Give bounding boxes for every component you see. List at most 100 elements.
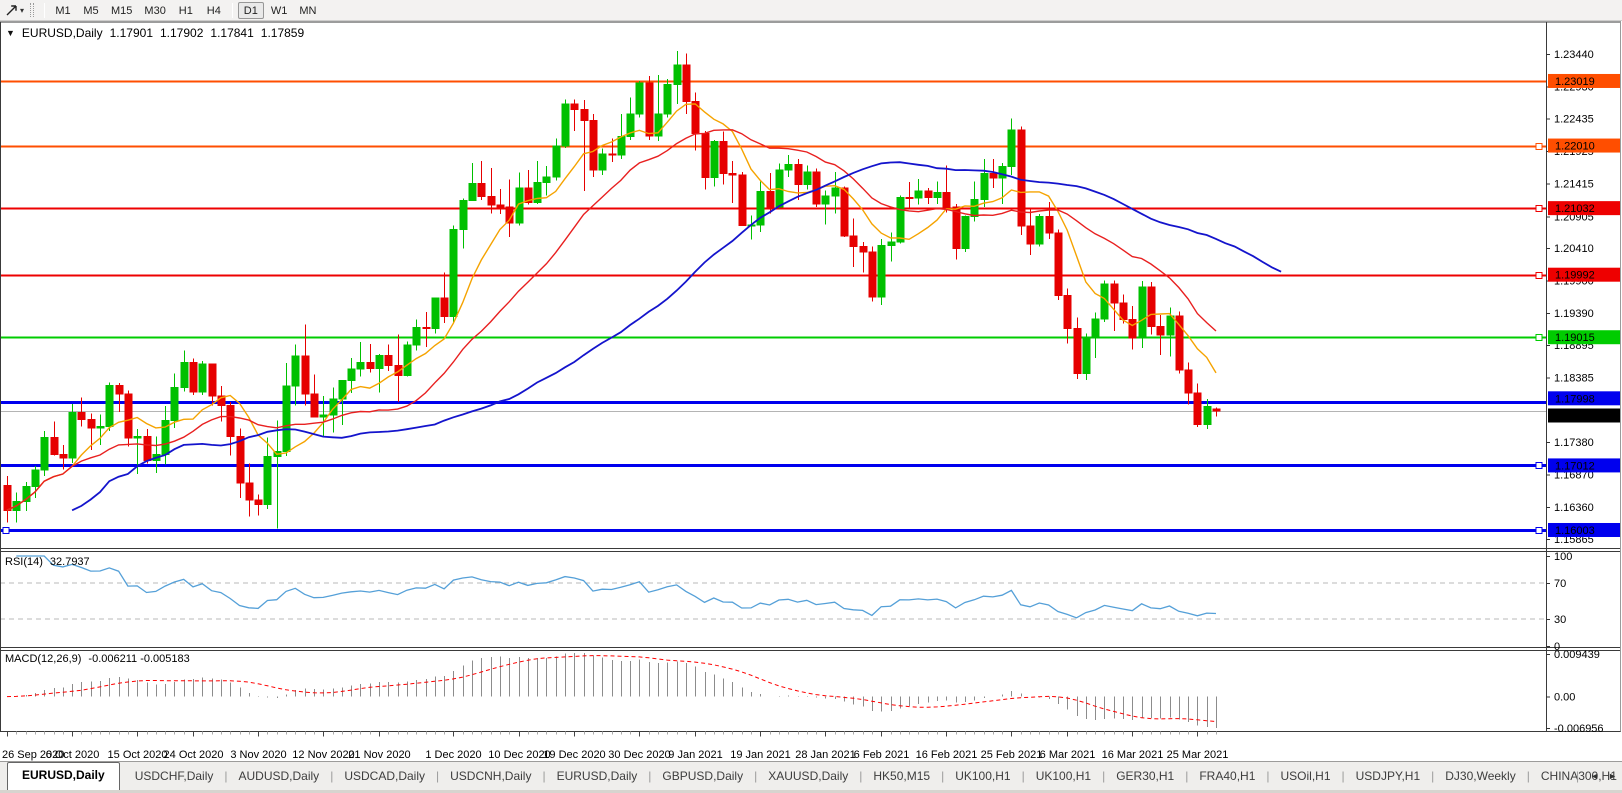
timeframe-button-m15[interactable]: M15 [106, 2, 137, 19]
hline-handle[interactable] [1536, 463, 1542, 469]
candle-body [181, 363, 188, 388]
candle-body [1036, 217, 1043, 245]
candle-body [981, 174, 988, 200]
candle-body [199, 364, 206, 392]
date-label: 25 Mar 2021 [1167, 749, 1229, 761]
candle-body [1129, 320, 1136, 339]
price-tick-label: 1.17380 [1554, 437, 1594, 449]
tab-gbpusd-daily-6[interactable]: GBPUSD,Daily [651, 764, 754, 790]
hline-handle[interactable] [1536, 206, 1542, 212]
candle-body [404, 345, 411, 375]
macd-values: -0.006211 -0.005183 [88, 653, 189, 665]
date-label: 19 Jan 2021 [730, 749, 791, 761]
candle-body [636, 83, 643, 114]
candle-body [1204, 407, 1211, 425]
candle-body [311, 394, 318, 417]
candle-body [897, 197, 904, 242]
candle-body [562, 104, 569, 146]
candle-body [553, 146, 560, 177]
hline-handle[interactable] [1536, 144, 1542, 150]
candle-body [4, 485, 11, 510]
candle-body [702, 133, 709, 177]
tab-uk100-h1-9[interactable]: UK100,H1 [944, 764, 1021, 790]
tab-usoil-h1-13[interactable]: USOil,H1 [1270, 764, 1342, 790]
candle-body [78, 412, 85, 419]
candle-body [302, 356, 309, 394]
rsi-tick-label: 70 [1554, 578, 1566, 590]
tab-usdcnh-daily-4[interactable]: USDCNH,Daily [439, 764, 542, 790]
tab-scroll-left-button[interactable]: ◄ [1590, 771, 1599, 781]
date-label: 6 Feb 2021 [854, 749, 910, 761]
timeframe-button-h4[interactable]: H4 [201, 2, 227, 19]
candle-body [367, 363, 374, 369]
hline-handle[interactable] [1536, 273, 1542, 279]
timeframe-button-m1[interactable]: M1 [50, 2, 76, 19]
macd-signal-line [7, 656, 1216, 722]
candle-body [543, 177, 550, 183]
toolbar-grip[interactable] [30, 3, 34, 17]
candle-body [674, 65, 681, 85]
price-tick-label: 1.19390 [1554, 308, 1594, 320]
date-label: 9 Jan 2021 [668, 749, 722, 761]
hline-price-label: 1.16003 [1555, 525, 1595, 537]
macd-tick-label: -0.006956 [1554, 723, 1604, 735]
timeframe-button-m30[interactable]: M30 [139, 2, 170, 19]
hline-price-label: 1.17012 [1555, 460, 1595, 472]
date-axis: 26 Sep 20206 Oct 202015 Oct 202024 Oct 2… [2, 732, 1228, 762]
tab-eurusd-daily-5[interactable]: EURUSD,Daily [546, 764, 649, 790]
date-label: 25 Feb 2021 [981, 749, 1043, 761]
candle-body [1139, 287, 1146, 338]
crosshair-cursor-icon[interactable] [3, 2, 20, 18]
tab-usdcad-daily-3[interactable]: USDCAD,Daily [333, 764, 436, 790]
candle-body [441, 298, 448, 317]
rsi-indicator-name: RSI(14) [5, 556, 43, 568]
chart-canvas[interactable]: 1.234401.229301.224351.219251.214151.209… [0, 21, 1622, 762]
tab-xauusd-daily-7[interactable]: XAUUSD,Daily [757, 764, 859, 790]
candle-body [1157, 327, 1164, 335]
candle-body [320, 415, 327, 417]
timeframe-button-h1[interactable]: H1 [173, 2, 199, 19]
candle-body [925, 191, 932, 197]
rsi-line [16, 556, 1216, 618]
hline-handle[interactable] [1536, 335, 1542, 341]
tab-usdchf-daily-1[interactable]: USDCHF,Daily [124, 764, 225, 790]
tab-arrow-separator: | [1576, 769, 1579, 783]
tab-audusd-daily-2[interactable]: AUDUSD,Daily [228, 764, 331, 790]
tab-ger30-h1-11[interactable]: GER30,H1 [1105, 764, 1185, 790]
candle-body [171, 387, 178, 420]
timeframe-button-m5[interactable]: M5 [78, 2, 104, 19]
timeframe-button-w1[interactable]: W1 [266, 2, 293, 19]
candle-body [971, 199, 978, 216]
candle-body [488, 197, 495, 205]
timeframe-button-d1[interactable]: D1 [238, 2, 264, 19]
timeframe-button-mn[interactable]: MN [294, 2, 321, 19]
rsi-value: 32.7937 [50, 556, 90, 568]
tab-dj30-weekly-15[interactable]: DJ30,Weekly [1434, 764, 1526, 790]
date-label: 19 Dec 2020 [543, 749, 605, 761]
candle-body [376, 355, 383, 368]
date-label: 6 Mar 2021 [1040, 749, 1096, 761]
hline-handle[interactable] [1536, 528, 1542, 534]
symbol-dropdown-icon[interactable]: ▼ [6, 26, 15, 40]
candle-body [720, 142, 727, 174]
ohlc-open: 1.17901 [110, 26, 153, 40]
tab-scroll-right-button[interactable]: ► [1608, 771, 1617, 781]
tab-hk50-m15-8[interactable]: HK50,M15 [862, 764, 941, 790]
date-label: 24 Oct 2020 [164, 749, 224, 761]
tab-eurusd-daily-0[interactable]: EURUSD,Daily [7, 762, 120, 790]
hline-price-label: 1.23019 [1555, 76, 1595, 88]
candle-body [739, 175, 746, 226]
date-label: 16 Mar 2021 [1102, 749, 1164, 761]
price-tick-label: 1.23440 [1554, 49, 1594, 61]
hline-price-label: 1.22010 [1555, 141, 1595, 153]
panel-borders [0, 22, 1621, 732]
cursor-tool-dropdown-icon[interactable]: ▾ [20, 6, 24, 15]
tab-fra40-h1-12[interactable]: FRA40,H1 [1188, 764, 1266, 790]
tab-uk100-h1-10[interactable]: UK100,H1 [1025, 764, 1102, 790]
candle-body [1213, 409, 1220, 411]
hline-handle[interactable] [3, 528, 9, 534]
ma-slow-line [72, 162, 1281, 510]
candle-body [292, 356, 299, 386]
tab-usdjpy-h1-14[interactable]: USDJPY,H1 [1345, 764, 1431, 790]
candle-body [69, 412, 76, 457]
